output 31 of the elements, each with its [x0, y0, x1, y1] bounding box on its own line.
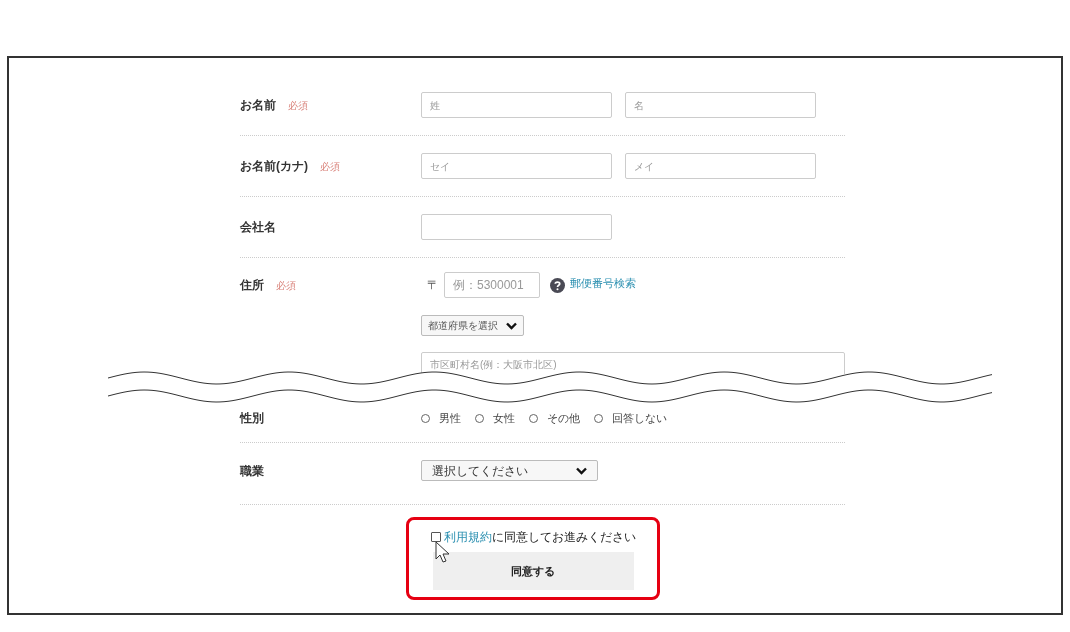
field-label: 住所 [240, 277, 264, 294]
agree-button[interactable]: 同意する [432, 552, 634, 590]
radio-option[interactable]: その他 [529, 409, 580, 427]
occupation-select[interactable]: 選択してください [421, 460, 598, 481]
required-label: 必須 [288, 98, 308, 113]
text-field[interactable]: セイ [421, 153, 612, 179]
required-label: 必須 [276, 278, 296, 293]
text-field[interactable] [421, 214, 612, 240]
radio-option[interactable]: 女性 [475, 409, 515, 427]
field-label: 性別 [240, 410, 264, 427]
postal-mark: 〒 [426, 277, 440, 294]
chevron-down-icon [576, 466, 587, 475]
field-label: お名前 [240, 97, 276, 114]
terms-link[interactable]: 利用規約 [443, 530, 492, 544]
text-field[interactable]: メイ [625, 153, 816, 179]
field-label: 職業 [240, 462, 264, 480]
radio-option[interactable]: 回答しない [594, 409, 667, 427]
text-field[interactable]: 例：5300001 [444, 272, 540, 298]
prefecture-select[interactable]: 都道府県を選択 [421, 315, 524, 336]
field-label: 会社名 [240, 219, 276, 236]
pointer-icon [434, 541, 451, 565]
text-field[interactable]: 姓 [421, 92, 612, 118]
agree-checkbox[interactable] [430, 532, 441, 542]
chevron-down-icon [506, 321, 517, 330]
text-field[interactable]: 名 [625, 92, 816, 118]
agreement-text: 利用規約に同意してお進みください [443, 529, 636, 546]
help-icon[interactable] [550, 277, 565, 293]
required-label: 必須 [320, 159, 340, 174]
radio-option[interactable]: 男性 [421, 409, 461, 427]
postal-search-link[interactable]: 郵便番号検索 [570, 275, 636, 292]
field-label: お名前(カナ) [240, 158, 308, 175]
